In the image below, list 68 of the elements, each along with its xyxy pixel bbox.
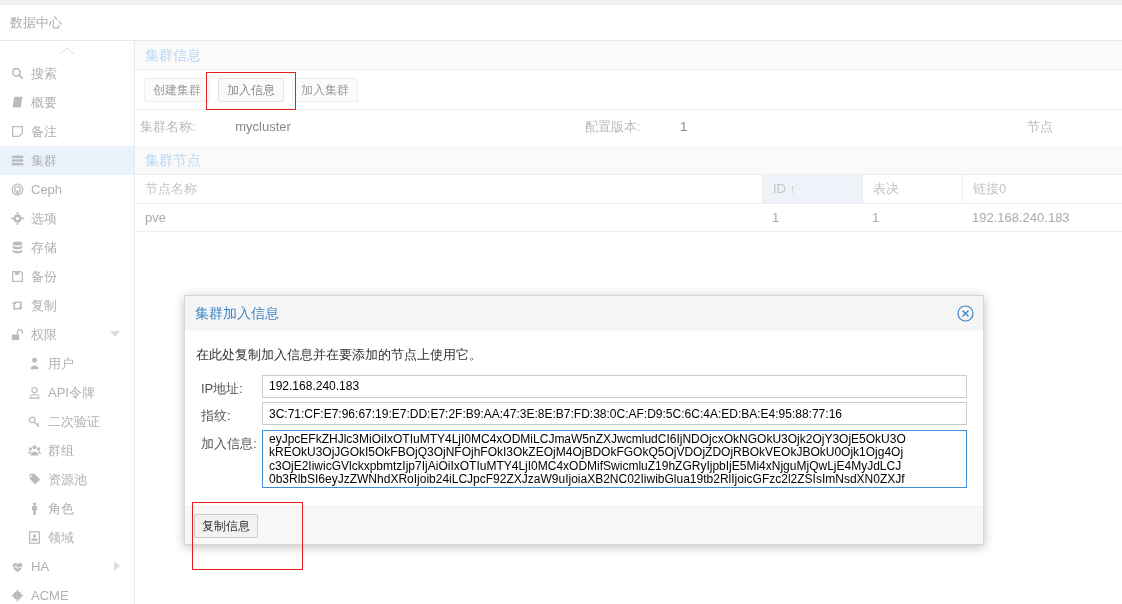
table-cell: 1 [762, 204, 862, 232]
table-cell: pve [135, 204, 762, 232]
table-cell: 192.168.240.183 [962, 204, 1122, 232]
input-field[interactable]: 192.168.240.183 [262, 374, 967, 398]
caret-down-icon[interactable] [110, 331, 120, 337]
field-label: 加入信息: [201, 434, 258, 453]
contact-card-icon [28, 531, 41, 544]
scroll-up-icon[interactable] [59, 47, 75, 55]
note-icon [11, 125, 24, 138]
sidebar-item[interactable]: 备注 [0, 117, 134, 146]
input-field[interactable]: 3C:71:CF:E7:96:67:19:E7:DD:E7:2F:B9:AA:47:3E:8E:B7:FD:38:0C:AF:D9:5C:6C:4A:ED:BA:E4:95:88:77:16 [262, 402, 967, 425]
field-label: 配置版本: [584, 117, 642, 136]
caret-right-icon[interactable] [114, 561, 120, 571]
gear-icon [11, 589, 24, 602]
user-icon [28, 386, 41, 399]
close-icon[interactable] [957, 305, 974, 322]
sidebar-item[interactable]: 存储 [0, 233, 134, 262]
key-icon [28, 415, 41, 428]
sidebar-item[interactable]: HA [0, 552, 134, 581]
text-area[interactable]: eyJpcEFkZHJlc3MiOiIxOTIuMTY4LjI0MC4xODMiLCJmaW5nZXJwcmludCI6IjNDOjcxOkNGOkU3Ojk2OjY3OjE5OkU3OkREOkU3OjJGOkI5OkFBOjQ3OjNFOjhFOkI3OkZEOjM4OjBDOkFGOkQ5OjVDOjZDOjRBOkVEOkJBOkU0Ojk1Ojg4Ojc3OjE2IiwicGVlckxpbmtzIjp7IjAiOiIxOTIuMTY4LjI0MC4xODMifSwicmluZ19hZGRyIjpbIjE5Mi4xNjguMjQwLjE4MyJdLCJ0b3RlbSI6eyJzZWNhdXRoIjoib24iLCJpcF92ZXJzaW9uIjoiaXB2NC02IiwibGlua19tb2RlIjoicGFzc2l2ZSIsImNsdXN0ZXJf [262, 429, 967, 488]
sidebar-item[interactable]: 用户 [0, 349, 134, 378]
sidebar-item[interactable]: 角色 [0, 494, 134, 523]
sidebar-item[interactable]: 权限 [0, 320, 134, 349]
panel-header: 集群节点 [135, 146, 1122, 175]
sidebar-item[interactable]: 备份 [0, 262, 134, 291]
sidebar-item[interactable]: ACME [0, 581, 134, 604]
sidebar-item[interactable]: 概要 [0, 88, 134, 117]
user-icon [28, 357, 41, 370]
toolbar-button[interactable]: 创建集群 [144, 77, 210, 102]
field-value: 1 [680, 117, 689, 136]
column-header[interactable]: 表决 [862, 175, 962, 204]
sync-icon [11, 299, 24, 312]
sidebar-item[interactable]: API令牌 [0, 378, 134, 407]
field-label: 指纹: [201, 407, 232, 425]
heartbeat-icon [11, 560, 24, 573]
column-header[interactable]: 链接0 [962, 175, 1122, 204]
column-header[interactable]: 节点名称 [135, 175, 762, 204]
database-icon [11, 241, 24, 254]
copy-button[interactable]: 复制信息 [194, 513, 258, 538]
toolbar-button[interactable]: 加入集群 [292, 77, 358, 102]
group-icon [28, 444, 41, 457]
dialog-description: 在此处复制加入信息并在要添加的节点上使用它。 [196, 346, 483, 364]
dialog-title: 集群加入信息 [195, 304, 279, 323]
sidebar-item[interactable]: 资源池 [0, 465, 134, 494]
sidebar-item[interactable]: 复制 [0, 291, 134, 320]
field-label: 集群名称: [140, 117, 197, 136]
field-label: IP地址: [201, 379, 244, 398]
ceph-icon [11, 183, 24, 196]
field-label: 节点 [1026, 117, 1054, 136]
datacenter-title: 数据中心 [10, 13, 62, 32]
sidebar-item[interactable]: 二次验证 [0, 407, 134, 436]
sidebar-item[interactable]: 领域 [0, 523, 134, 552]
sidebar-item[interactable]: Ceph [0, 175, 134, 204]
gear-icon [11, 212, 24, 225]
search-icon [11, 67, 24, 80]
sidebar-item[interactable]: 群组 [0, 436, 134, 465]
sidebar-item[interactable]: 搜索 [0, 59, 134, 88]
table-cell: 1 [862, 204, 962, 232]
floppy-icon [11, 270, 24, 283]
toolbar-button[interactable]: 加入信息 [218, 77, 284, 102]
panel-header: 集群信息 [135, 41, 1122, 70]
sidebar-item[interactable]: 集群 [0, 146, 134, 175]
tag-icon [28, 473, 41, 486]
sidebar-item[interactable]: 选项 [0, 204, 134, 233]
server-icon [11, 154, 24, 167]
book-icon [11, 96, 24, 109]
unlock-icon [11, 328, 24, 341]
field-value: mycluster [235, 117, 292, 136]
